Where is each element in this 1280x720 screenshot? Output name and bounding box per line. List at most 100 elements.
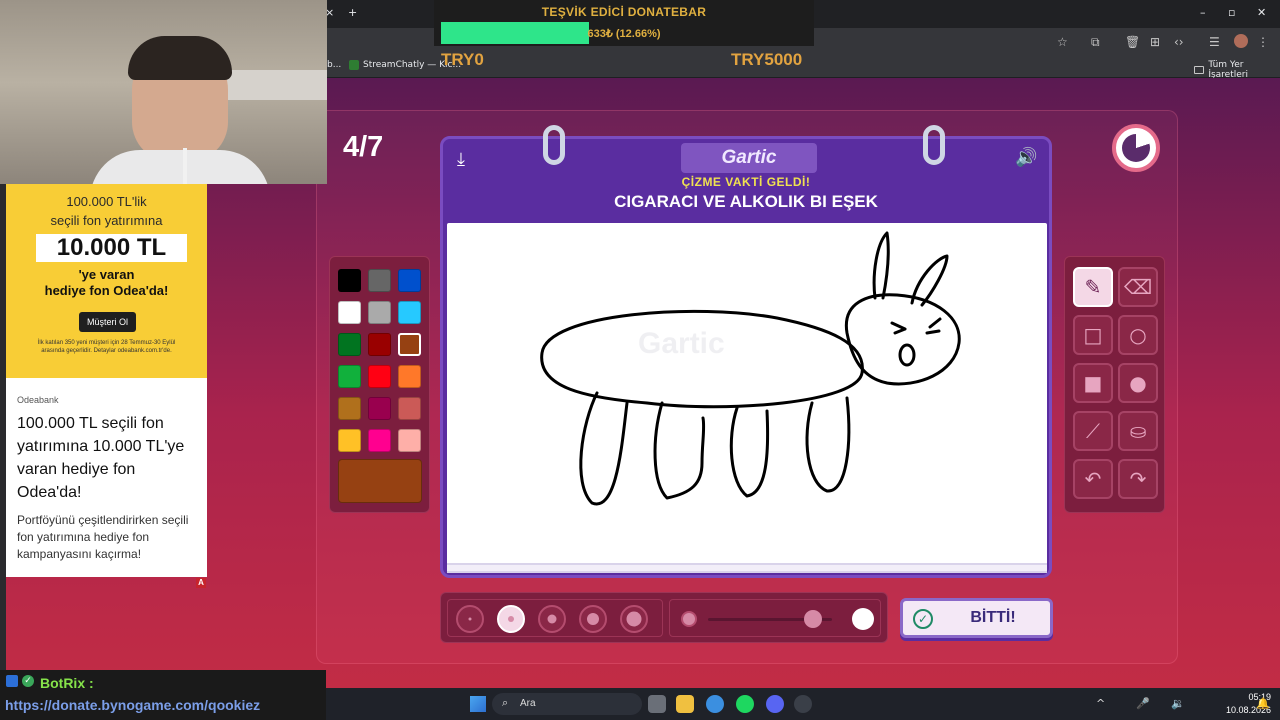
star-icon[interactable]: ☆ bbox=[1057, 35, 1068, 49]
color-swatch[interactable] bbox=[368, 301, 391, 324]
prompt-title: CIGARACI VE ALKOLIK BI EŞEK bbox=[614, 192, 878, 211]
task-view-icon[interactable] bbox=[648, 695, 666, 713]
folder-icon bbox=[1194, 66, 1205, 74]
grid-icon[interactable]: ⊞ bbox=[1150, 35, 1160, 49]
redo-tool-icon[interactable]: ↷ bbox=[1118, 459, 1158, 499]
ad-line: seçili fon yatırımına bbox=[50, 213, 163, 228]
donation-bar: TEŞVİK EDİCİ DONATEBAR 633₺ (12.66%) bbox=[434, 0, 814, 46]
color-swatch[interactable] bbox=[398, 429, 421, 452]
color-swatch[interactable] bbox=[338, 429, 361, 452]
donkey-leg-stroke bbox=[729, 406, 770, 498]
donation-amount: 633₺ (12.66%) bbox=[587, 28, 661, 40]
color-swatch[interactable] bbox=[338, 397, 361, 420]
donkey-eye-stroke bbox=[925, 317, 942, 335]
low-opacity-icon bbox=[681, 611, 697, 627]
pencil-tool-icon[interactable]: ✎ bbox=[1073, 267, 1113, 307]
new-tab-button[interactable]: + bbox=[348, 6, 357, 19]
color-swatch[interactable] bbox=[398, 269, 421, 292]
color-swatch[interactable] bbox=[398, 333, 421, 356]
brush-size-group bbox=[447, 599, 663, 637]
volume-icon[interactable]: 🔉 bbox=[1171, 697, 1185, 710]
gartic-logo: Gartic bbox=[681, 143, 817, 173]
ad-cta-button[interactable]: Müşteri Ol bbox=[79, 312, 136, 332]
chat-username: BotRix : bbox=[40, 675, 94, 691]
donkey-eye-stroke bbox=[890, 321, 907, 335]
donation-min: TRY0 bbox=[441, 50, 484, 69]
ad-banner: 100.000 TL'lik seçili fon yatırımına 10.… bbox=[6, 184, 207, 378]
menu-icon[interactable]: ⋮ bbox=[1257, 35, 1269, 49]
extensions-icon[interactable]: ⧉ bbox=[1091, 35, 1100, 50]
maximize-button[interactable]: ▫ bbox=[1228, 6, 1235, 19]
color-swatch[interactable] bbox=[398, 365, 421, 388]
line-tool-icon[interactable]: ⟋ bbox=[1073, 411, 1113, 451]
microphone-icon[interactable]: 🎤 bbox=[1136, 697, 1150, 710]
fill-bucket-tool-icon[interactable]: ⛀ bbox=[1118, 411, 1158, 451]
search-placeholder: Ara bbox=[520, 698, 536, 709]
speaker-icon[interactable]: 🔊 bbox=[1015, 147, 1037, 168]
tool-panel: ✎ ⌫ □ ○ ■ ● ⟋ ⛀ ↶ ↷ bbox=[1064, 256, 1165, 513]
filled-rectangle-tool-icon[interactable]: ■ bbox=[1073, 363, 1113, 403]
close-window-button[interactable]: ✕ bbox=[1257, 6, 1266, 19]
current-color-swatch bbox=[338, 459, 422, 503]
ad-choices-icon[interactable]: A bbox=[196, 578, 206, 588]
drawing-strokes bbox=[540, 231, 961, 506]
ad-headline[interactable]: 100.000 TL seçili fon yatırımına 10.000 … bbox=[17, 412, 202, 504]
chrome-icon[interactable] bbox=[706, 695, 724, 713]
color-swatch[interactable] bbox=[368, 365, 391, 388]
obs-icon[interactable] bbox=[794, 695, 812, 713]
windows-start-icon[interactable] bbox=[470, 696, 486, 712]
brush-size-xs[interactable] bbox=[456, 605, 484, 633]
all-bookmarks[interactable]: Tüm Yer İşaretleri bbox=[1194, 60, 1280, 80]
color-swatch[interactable] bbox=[338, 333, 361, 356]
spotify-icon[interactable] bbox=[736, 695, 754, 713]
color-swatch[interactable] bbox=[338, 269, 361, 292]
advertisement[interactable]: 100.000 TL'lik seçili fon yatırımına 10.… bbox=[6, 184, 207, 577]
brush-size-m[interactable] bbox=[538, 605, 566, 633]
eraser-tool-icon[interactable]: ⌫ bbox=[1118, 267, 1158, 307]
round-counter: 4/7 bbox=[343, 131, 384, 163]
brush-size-dot bbox=[547, 614, 557, 624]
opacity-thumb[interactable] bbox=[804, 610, 822, 628]
drawing-canvas[interactable]: Gartic bbox=[447, 223, 1047, 565]
color-swatch[interactable] bbox=[368, 429, 391, 452]
bookmark-item[interactable]: b... bbox=[327, 60, 341, 70]
tray-expand-icon[interactable]: ^ bbox=[1096, 697, 1105, 710]
timer-icon bbox=[1112, 124, 1160, 172]
prompt-header: ⤓ Gartic 🔊 ÇİZME VAKTİ GELDİ! CIGARACI V… bbox=[443, 139, 1049, 219]
done-button[interactable]: ✓ BİTTİ! bbox=[900, 598, 1053, 638]
file-explorer-icon[interactable] bbox=[676, 695, 694, 713]
ellipse-tool-icon[interactable]: ○ bbox=[1118, 315, 1158, 355]
color-swatch[interactable] bbox=[368, 397, 391, 420]
code-icon[interactable]: ‹› bbox=[1174, 35, 1184, 49]
color-swatch[interactable] bbox=[398, 301, 421, 324]
donkey-mouth-stroke bbox=[898, 343, 916, 367]
notification-icon[interactable]: 🔔 bbox=[1256, 697, 1270, 710]
drawing-notebook: ⤓ Gartic 🔊 ÇİZME VAKTİ GELDİ! CIGARACI V… bbox=[440, 125, 1052, 578]
brush-size-xl[interactable] bbox=[620, 605, 648, 633]
minimize-button[interactable]: – bbox=[1200, 6, 1206, 19]
color-swatch[interactable] bbox=[398, 397, 421, 420]
brush-size-s[interactable] bbox=[497, 605, 525, 633]
brush-size-dot bbox=[626, 611, 642, 627]
opacity-slider[interactable] bbox=[669, 599, 881, 637]
taskbar-search[interactable]: ⌕ Ara bbox=[492, 693, 642, 715]
discord-icon[interactable] bbox=[766, 695, 784, 713]
color-swatch[interactable] bbox=[368, 269, 391, 292]
color-swatch[interactable] bbox=[368, 333, 391, 356]
profile-avatar[interactable] bbox=[1234, 34, 1248, 48]
color-swatch[interactable] bbox=[338, 365, 361, 388]
undo-tool-icon[interactable]: ↶ bbox=[1073, 459, 1113, 499]
donkey-leg-stroke bbox=[579, 391, 629, 506]
brush-size-l[interactable] bbox=[579, 605, 607, 633]
streamer-hair bbox=[128, 36, 232, 80]
rectangle-tool-icon[interactable]: □ bbox=[1073, 315, 1113, 355]
download-icon[interactable]: ⤓ bbox=[457, 149, 465, 170]
bot-badge-icon bbox=[6, 675, 18, 687]
ad-line: 'ye varan bbox=[78, 267, 135, 282]
donkey-ear-stroke bbox=[872, 231, 890, 300]
trash-icon[interactable]: 🗑 bbox=[1125, 35, 1140, 49]
high-opacity-icon bbox=[852, 608, 874, 630]
filled-ellipse-tool-icon[interactable]: ● bbox=[1118, 363, 1158, 403]
reading-list-icon[interactable]: ☰ bbox=[1209, 35, 1220, 49]
color-swatch[interactable] bbox=[338, 301, 361, 324]
